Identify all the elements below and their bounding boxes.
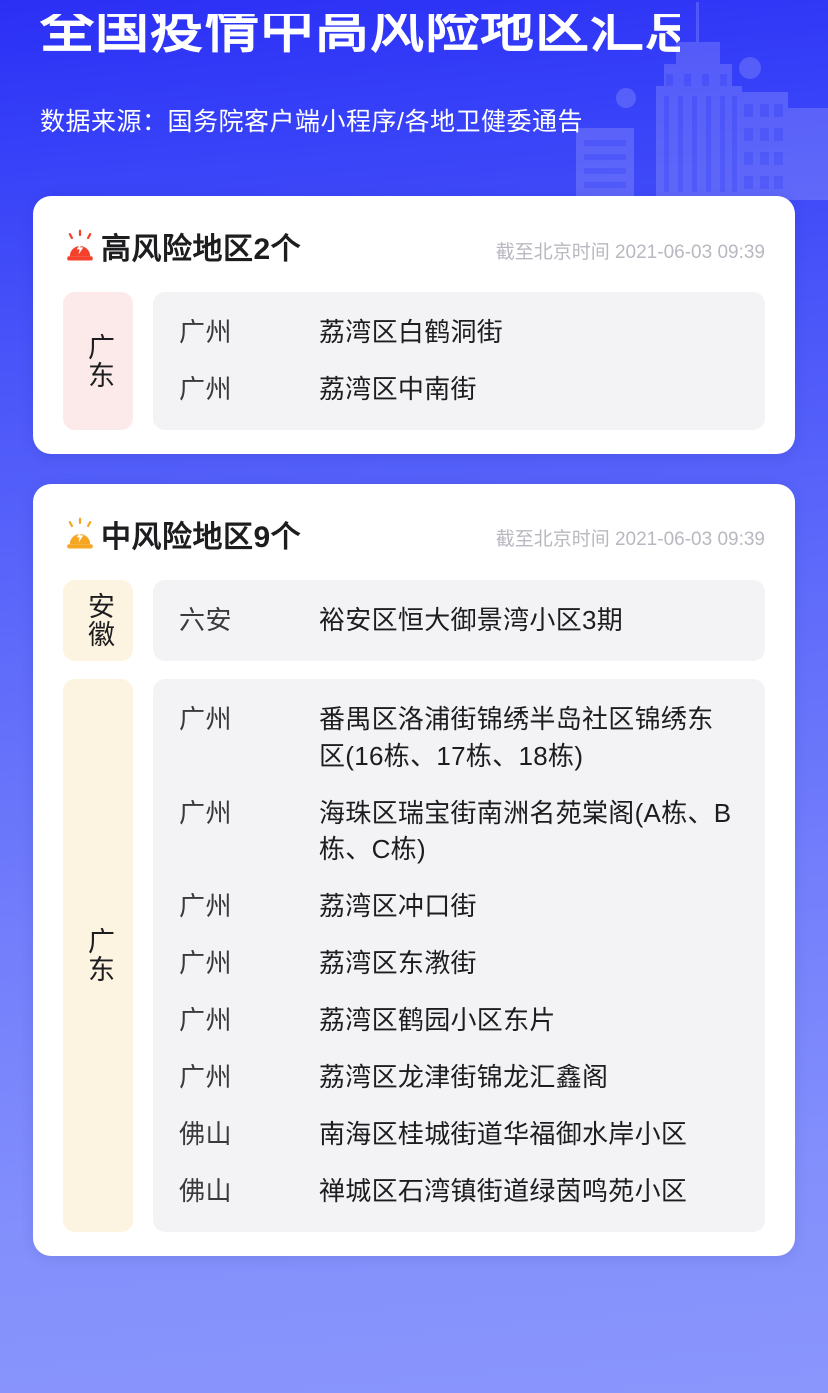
row-city: 广州	[179, 797, 233, 828]
siren-icon-red	[67, 229, 93, 261]
high-risk-timestamp: 截至北京时间 2021-06-03 09:39	[495, 241, 765, 263]
table-row: 广州 荔湾区东漖街	[153, 945, 765, 982]
high-risk-card-header: 高风险地区2个 截至北京时间 2021-06-03 09:39	[33, 196, 795, 274]
row-city: 六安	[179, 604, 233, 635]
risk-cards-container: 高风险地区2个 截至北京时间 2021-06-03 09:39 广东 广州 荔湾…	[33, 196, 795, 1286]
siren-icon-orange	[67, 517, 93, 549]
row-area: 禅城区石湾镇街道绿茵鸣苑小区	[319, 1175, 688, 1206]
table-row: 广州 荔湾区冲口街	[153, 888, 765, 925]
region-rows: 广州 番禺区洛浦街锦绣半岛社区锦绣东区(16栋、17栋、18栋) 广州 海珠区瑞…	[153, 678, 765, 1232]
row-city: 佛山	[179, 1118, 233, 1149]
page-header: 全国疫情中高风险地区汇总 数据来源：国务院客户端小程序/各地卫健委通告	[0, 0, 828, 186]
province-badge: 广东	[63, 292, 133, 430]
medium-risk-card: 中风险地区9个 截至北京时间 2021-06-03 09:39 安徽 六安 裕安…	[33, 483, 795, 1256]
row-city: 广州	[179, 948, 233, 979]
table-row: 广州 番禺区洛浦街锦绣半岛社区锦绣东区(16栋、17栋、18栋)	[153, 701, 765, 775]
medium-risk-timestamp: 截至北京时间 2021-06-03 09:39	[495, 529, 765, 551]
row-city: 广州	[179, 317, 233, 347]
row-city: 广州	[179, 891, 233, 922]
row-city: 佛山	[179, 1175, 233, 1206]
page-background: 全国疫情中高风险地区汇总 数据来源：国务院客户端小程序/各地卫健委通告 高风险地…	[0, 0, 828, 1393]
row-area: 裕安区恒大御景湾小区3期	[319, 604, 624, 635]
row-area: 荔湾区东漖街	[319, 948, 477, 979]
row-area: 番禺区洛浦街锦绣半岛社区锦绣东区(16栋、17栋、18栋)	[319, 703, 714, 771]
row-area: 荔湾区鹤园小区东片	[319, 1005, 556, 1036]
row-area: 荔湾区冲口街	[319, 891, 477, 922]
row-city: 广州	[179, 373, 233, 404]
table-row: 广州 荔湾区白鹤洞街	[153, 314, 765, 351]
page-title-wrapper: 全国疫情中高风险地区汇总	[40, 14, 680, 86]
medium-risk-card-header: 中风险地区9个 截至北京时间 2021-06-03 09:39	[33, 484, 795, 562]
table-row: 六安 裕安区恒大御景湾小区3期	[153, 602, 765, 639]
table-row: 佛山 南海区桂城街道华福御水岸小区	[153, 1116, 765, 1153]
table-row: 广州 荔湾区鹤园小区东片	[153, 1002, 765, 1039]
table-row: 广州 荔湾区龙津街锦龙汇鑫阁	[153, 1059, 765, 1096]
row-area: 荔湾区中南街	[319, 373, 477, 404]
high-risk-card: 高风险地区2个 截至北京时间 2021-06-03 09:39 广东 广州 荔湾…	[33, 196, 795, 454]
row-city: 广州	[179, 703, 233, 734]
row-area: 荔湾区白鹤洞街	[319, 317, 504, 347]
table-row: 广州 荔湾区中南街	[153, 371, 765, 408]
table-row: 佛山 禅城区石湾镇街道绿茵鸣苑小区	[153, 1173, 765, 1210]
province-group-anhui: 安徽 六安 裕安区恒大御景湾小区3期	[33, 562, 795, 661]
row-area: 荔湾区龙津街锦龙汇鑫阁	[319, 1062, 609, 1093]
row-city: 广州	[179, 1005, 233, 1036]
region-rows: 广州 荔湾区白鹤洞街 广州 荔湾区中南街	[153, 292, 765, 430]
high-risk-title: 高风险地区2个	[101, 233, 302, 266]
province-group-guangdong-mid: 广东 广州 番禺区洛浦街锦绣半岛社区锦绣东区(16栋、17栋、18栋) 广州 海…	[33, 661, 795, 1232]
data-source-subtitle: 数据来源：国务院客户端小程序/各地卫健委通告	[40, 108, 583, 136]
province-badge: 广东	[63, 678, 133, 1232]
row-area: 南海区桂城街道华福御水岸小区	[319, 1118, 688, 1149]
row-area: 海珠区瑞宝街南洲名苑棠阁(A栋、B栋、C栋)	[319, 797, 732, 865]
medium-risk-title: 中风险地区9个	[101, 520, 302, 554]
province-badge: 安徽	[63, 579, 133, 661]
table-row: 广州 海珠区瑞宝街南洲名苑棠阁(A栋、B栋、C栋)	[153, 795, 765, 869]
page-title: 全国疫情中高风险地区汇总	[40, 14, 680, 59]
region-rows: 六安 裕安区恒大御景湾小区3期	[153, 579, 765, 661]
row-city: 广州	[179, 1062, 233, 1093]
province-group-guangdong-high: 广东 广州 荔湾区白鹤洞街 广州 荔湾区中南街	[33, 274, 795, 430]
